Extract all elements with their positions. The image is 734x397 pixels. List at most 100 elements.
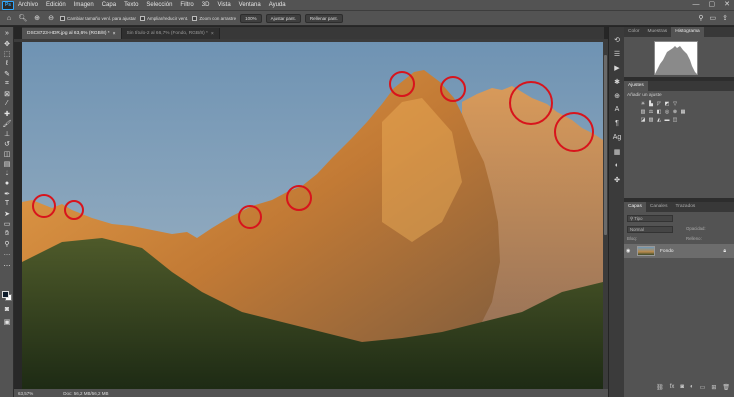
path-select-tool-icon[interactable]: ➤ — [2, 209, 12, 218]
menu-imagen[interactable]: Imagen — [70, 0, 98, 10]
threshold-icon[interactable]: ◭ — [656, 117, 662, 123]
glyphs-icon[interactable]: Ag — [612, 133, 622, 142]
minimize-button[interactable]: — — [693, 0, 700, 10]
close-tab-icon[interactable]: × — [211, 31, 214, 37]
brightness-icon[interactable]: ☀ — [640, 101, 646, 107]
frame-tool-icon[interactable]: ⊠ — [2, 89, 12, 98]
black-white-icon[interactable]: ◧ — [656, 109, 662, 115]
blend-mode-select[interactable]: Normal — [627, 226, 673, 233]
scrollbar-thumb[interactable] — [604, 55, 607, 235]
collapse-icon[interactable]: » — [2, 29, 12, 38]
zoom-tool-icon[interactable]: ⚲ — [2, 239, 12, 248]
menu-capa[interactable]: Capa — [98, 0, 120, 10]
trash-icon[interactable]: 🗑︎ — [722, 384, 730, 391]
tab-document-1[interactable]: DSC8723-HDR.jpg al 63,6% (RGB/8) * × — [22, 28, 122, 39]
zoom-tool-icon[interactable]: 🔍︎ — [18, 13, 28, 23]
fx-icon[interactable]: fx — [670, 384, 675, 390]
eye-icon[interactable]: ◉ — [626, 248, 634, 254]
percent-100-button[interactable]: 100% — [240, 13, 262, 23]
mask-icon[interactable]: ◙ — [680, 384, 684, 390]
stamp-tool-icon[interactable]: ⊥ — [2, 129, 12, 138]
scrubby-zoom-checkbox[interactable]: Zoom con arrastre — [192, 15, 236, 21]
tab-histogram[interactable]: Histograma — [671, 27, 704, 37]
dodge-tool-icon[interactable]: ● — [2, 179, 12, 188]
libraries-icon[interactable]: ▦ — [612, 147, 622, 156]
zoom-out-icon[interactable]: ⊖ — [46, 13, 56, 23]
tab-swatches[interactable]: Muestras — [643, 27, 671, 37]
menu-ayuda[interactable]: Ayuda — [265, 0, 290, 10]
tab-paths[interactable]: Trazados — [671, 202, 699, 212]
menu-archivo[interactable]: Archivo — [14, 0, 42, 10]
pen-tool-icon[interactable]: ✒ — [2, 189, 12, 198]
close-tab-icon[interactable]: × — [113, 31, 116, 37]
tab-document-2[interactable]: Sin título-2 al 66,7% (Fondo, RGB/8) * × — [121, 28, 220, 39]
tab-layers[interactable]: Capas — [624, 202, 646, 212]
hand-tool-icon[interactable]: ✋︎ — [2, 229, 12, 238]
shape-tool-icon[interactable]: ▭ — [2, 219, 12, 228]
levels-icon[interactable]: ▙ — [648, 101, 654, 107]
actions-icon[interactable]: ▶ — [612, 63, 622, 72]
type-tool-icon[interactable]: T — [2, 199, 12, 208]
marquee-tool-icon[interactable]: ⬚ — [2, 49, 12, 58]
menu-edicion[interactable]: Edición — [42, 0, 70, 10]
fill-screen-button[interactable]: Rellenar pant. — [304, 13, 343, 23]
exposure-icon[interactable]: ◩ — [664, 101, 670, 107]
adjustments-icon[interactable]: ◐ — [612, 161, 622, 170]
clone-source-icon[interactable]: ⊕ — [612, 91, 622, 100]
brush-tool-icon[interactable]: 🖌︎ — [2, 119, 12, 128]
resize-windows-checkbox[interactable]: Cambiar tamaño venl. para ajustar — [60, 15, 136, 21]
home-icon[interactable]: ⌂ — [4, 13, 14, 23]
move-tool-icon[interactable]: ✥ — [2, 39, 12, 48]
quick-select-tool-icon[interactable]: ✎ — [2, 69, 12, 78]
search-icon[interactable]: ⚲ — [698, 14, 703, 22]
character-icon[interactable]: A — [612, 105, 622, 114]
color-balance-icon[interactable]: ⚖ — [648, 109, 654, 115]
layer-filter-input[interactable]: ⚲ Tipo — [627, 215, 673, 222]
edit-toolbar-icon[interactable]: ⋯ — [2, 261, 12, 270]
tab-color[interactable]: Color — [624, 27, 643, 37]
adjustment-layer-icon[interactable]: ◐ — [690, 384, 694, 390]
history-brush-tool-icon[interactable]: ↺ — [2, 139, 12, 148]
zoom-all-windows-checkbox[interactable]: Ampliar/reducir vent. — [140, 15, 188, 21]
menu-texto[interactable]: Texto — [120, 0, 142, 10]
menu-3d[interactable]: 3D — [198, 0, 214, 10]
screen-mode-icon[interactable]: ▣ — [2, 317, 12, 326]
tab-adjustments[interactable]: Ajustes — [624, 81, 648, 91]
styles-icon[interactable]: ✤ — [612, 175, 622, 184]
hue-saturation-icon[interactable]: ▥ — [640, 109, 646, 115]
invert-icon[interactable]: ◪ — [640, 117, 646, 123]
selective-color-icon[interactable]: ◫ — [672, 117, 678, 123]
link-icon[interactable]: ⛓ — [656, 384, 664, 391]
workspace-icon[interactable]: ▭ — [710, 14, 717, 22]
photo-filter-icon[interactable]: ◎ — [664, 109, 670, 115]
layer-row[interactable]: ◉ Fondo 🔒︎ — [624, 244, 734, 258]
menu-filtro[interactable]: Filtro — [176, 0, 197, 10]
vibrance-icon[interactable]: ▽ — [672, 101, 678, 107]
brush-settings-icon[interactable]: ✱ — [612, 77, 622, 86]
zoom-in-icon[interactable]: ⊕ — [32, 13, 42, 23]
channel-mixer-icon[interactable]: ⊗ — [672, 109, 678, 115]
new-layer-icon[interactable]: ⊞ — [711, 384, 716, 391]
healing-brush-tool-icon[interactable]: ✚ — [2, 109, 12, 118]
share-icon[interactable]: ⇪ — [722, 14, 728, 22]
eraser-tool-icon[interactable]: ◫ — [2, 149, 12, 158]
posterize-icon[interactable]: ▨ — [648, 117, 654, 123]
more-tools-icon[interactable]: … — [2, 249, 12, 258]
menu-vista[interactable]: Vista — [213, 0, 234, 10]
paragraph-icon[interactable]: ¶ — [612, 119, 622, 128]
lasso-tool-icon[interactable]: ℓ — [2, 59, 12, 68]
menu-seleccion[interactable]: Selección — [142, 0, 176, 10]
crop-tool-icon[interactable]: ⌗ — [2, 79, 12, 88]
maximize-button[interactable]: ▢ — [709, 0, 716, 10]
properties-icon[interactable]: ☰ — [612, 49, 622, 58]
close-button[interactable]: ✕ — [724, 0, 730, 10]
gradient-tool-icon[interactable]: ▤ — [2, 159, 12, 168]
document-canvas[interactable] — [22, 42, 603, 391]
menu-ventana[interactable]: Ventana — [235, 0, 265, 10]
group-icon[interactable]: ▭ — [700, 384, 706, 391]
color-lookup-icon[interactable]: ▦ — [680, 109, 686, 115]
history-icon[interactable]: ⟲ — [612, 35, 622, 44]
eyedropper-tool-icon[interactable]: ⁄ — [2, 99, 12, 108]
tab-channels[interactable]: Canales — [646, 202, 672, 212]
curves-icon[interactable]: ◸ — [656, 101, 662, 107]
